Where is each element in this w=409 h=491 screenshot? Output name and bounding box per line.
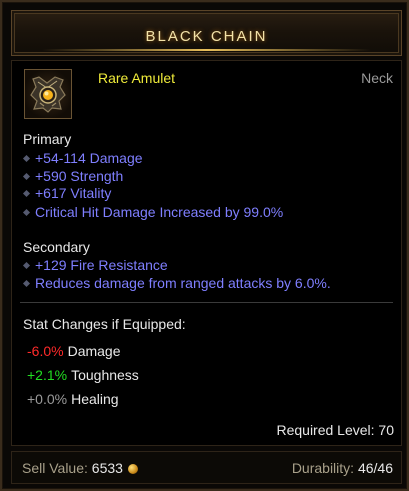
affix-bullet-icon: [22, 154, 31, 163]
stat-change-damage: -6.0% Damage: [27, 343, 121, 359]
stat-change-label: Healing: [71, 391, 119, 407]
affix-primary-3: +617 Vitality: [22, 185, 111, 201]
required-level: Required Level: 70: [276, 422, 394, 438]
amulet-icon: [30, 76, 66, 113]
tooltip-body: Rare Amulet Neck Primary +54-114 Damage …: [11, 60, 402, 446]
affix-bullet-icon: [22, 172, 31, 181]
stat-changes-header: Stat Changes if Equipped:: [23, 316, 186, 332]
durability: Durability: 46/46: [291, 460, 393, 476]
stat-change-value: +0.0%: [27, 391, 68, 407]
header-glow: [42, 49, 371, 51]
primary-label: Primary: [23, 131, 72, 147]
affix-primary-4: Critical Hit Damage Increased by 99.0%: [22, 204, 283, 220]
stat-change-label: Toughness: [71, 367, 139, 383]
stat-change-toughness: +2.1% Toughness: [27, 367, 139, 383]
divider: [20, 302, 393, 303]
affix-secondary-2: Reduces damage from ranged attacks by 6.…: [22, 275, 331, 291]
item-icon-frame: [24, 69, 72, 119]
affix-bullet-icon: [22, 261, 31, 270]
item-name: BLACK CHAIN: [145, 28, 268, 45]
stat-change-value: +2.1%: [27, 367, 68, 383]
gold-coin-icon: [127, 464, 138, 474]
stat-change-healing: +0.0% Healing: [27, 391, 119, 407]
sell-value: Sell Value: 6533: [22, 460, 138, 476]
affix-bullet-icon: [22, 208, 31, 217]
tooltip-header: BLACK CHAIN: [11, 10, 402, 56]
secondary-label: Secondary: [23, 239, 90, 255]
item-slot: Neck: [361, 70, 393, 86]
affix-bullet-icon: [22, 279, 31, 288]
stat-change-label: Damage: [67, 343, 121, 359]
affix-primary-2: +590 Strength: [22, 168, 123, 184]
item-tooltip: BLACK CHAIN Rare Amulet Neck Primary +54…: [0, 0, 409, 491]
tooltip-footer: Sell Value: 6533 Durability: 46/46: [11, 451, 402, 484]
item-type: Rare Amulet: [98, 70, 176, 86]
affix-bullet-icon: [22, 189, 31, 198]
affix-primary-1: +54-114 Damage: [22, 150, 143, 166]
affix-secondary-1: +129 Fire Resistance: [22, 257, 168, 273]
stat-change-value: -6.0%: [27, 343, 64, 359]
